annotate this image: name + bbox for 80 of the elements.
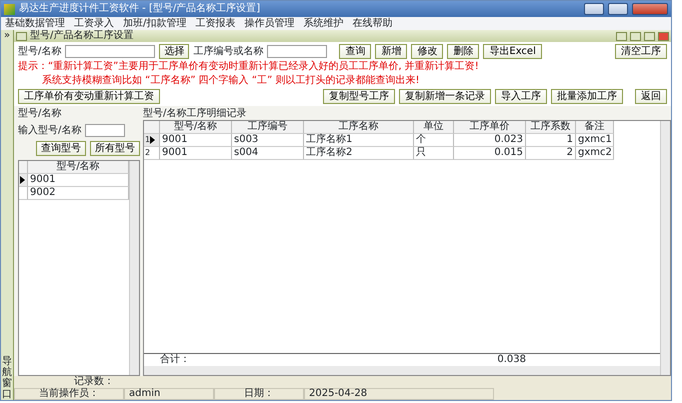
toolbar-button[interactable]: 新增 [375,44,408,59]
table-cell: s003 [232,134,304,147]
status-value: admin [124,388,214,400]
child-window-title: 型号/产品名称工序设置 [30,30,134,42]
menu-item[interactable]: 操作员管理 [244,18,294,30]
toolbar-button[interactable]: 导出Excel [483,44,542,59]
row-number: 2 [144,147,160,160]
action-button[interactable]: 批量添加工序 [551,89,623,104]
all-models-button[interactable]: 所有型号 [90,141,140,156]
toolbar-button[interactable]: 修改 [411,44,444,59]
toolbar-button[interactable]: 查询 [339,44,372,59]
header-corner [19,161,28,174]
minimize-button[interactable] [584,3,604,15]
minimize-button[interactable] [630,32,641,40]
total-value: 0.038 [496,354,526,366]
table-cell: 9001 [160,134,232,147]
model-search-input[interactable] [85,124,126,137]
maximize-button[interactable] [644,32,655,40]
table-cell: 1 [526,134,576,147]
field-label: 输入型号/名称 [18,124,82,136]
window-title: 易达生产进度计件工资软件 - [型号/产品名称工序设置] [19,3,260,15]
menu-item[interactable]: 在线帮助 [352,18,392,30]
column-header: 型号/名称 [160,121,232,134]
scrollbar[interactable] [660,121,670,375]
table-cell: s004 [232,147,304,160]
process-input[interactable] [267,45,328,58]
model-input[interactable] [65,45,156,58]
scrollbar[interactable] [129,161,139,375]
total-label: 合计： [160,354,191,366]
column-header: 工序名称 [304,121,414,134]
table-cell: gxmc2 [576,147,614,160]
action-button[interactable]: 导入工序 [495,89,547,104]
column-header: 工序单价 [454,121,526,134]
status-value: 2025-04-28 [304,388,494,400]
close-button[interactable] [632,3,668,15]
group-title: 型号/名称 [18,108,62,120]
hint-text: 系统支持模糊查询比如 “工序名称” 四个字输入 “工” 则以工打头的记录都能查询出来! [41,75,420,87]
table-cell: 0.023 [454,134,526,147]
column-header: 工序编号 [232,121,304,134]
table-cell: 0.015 [454,147,526,160]
table-cell: 9001 [160,147,232,160]
table-cell: 个 [414,134,454,147]
recalculate-button[interactable]: 工序单价有变动重新计算工资 [18,89,160,104]
menu-item[interactable]: 工资录入 [74,18,114,30]
table-cell: 2 [526,147,576,160]
expand-toggle[interactable]: » [4,30,10,42]
row-number: 1 [144,134,160,147]
clear-button[interactable]: 清空工序 [615,44,667,59]
record-count-label: 记录数： [74,376,114,388]
navigation-tab[interactable]: 导航窗口 [2,356,12,400]
table-cell: 工序名称2 [304,147,414,160]
menu-item[interactable]: 加班/扣款管理 [123,18,186,30]
query-model-button[interactable]: 查询型号 [36,141,86,156]
scroll-up-button[interactable] [616,32,627,40]
column-header: 型号/名称 [28,161,129,174]
select-button[interactable]: 选择 [159,44,190,59]
status-label: 日期： [214,388,304,400]
table-cell: gxmc1 [576,134,614,147]
header-corner [144,121,160,134]
action-button[interactable]: 复制新增一条记录 [399,89,491,104]
group-title: 型号/名称工序明细记录 [143,108,248,120]
return-button[interactable]: 返回 [635,89,667,104]
table-cell: 只 [414,147,454,160]
close-button[interactable] [658,32,669,40]
menu-item[interactable]: 基础数据管理 [5,18,65,30]
table-cell: 工序名称1 [304,134,414,147]
app-icon [4,4,15,14]
column-header: 备注 [576,121,614,134]
collapse-button[interactable] [16,32,27,40]
field-label: 型号/名称 [18,46,62,58]
action-button[interactable]: 复制型号工序 [323,89,395,104]
hint-text: 提示：“重新计算工资”主要用于工序单价有变动时重新计算已经录入好的员工工序单价, 并重新计算工资! [18,61,480,73]
toolbar-button[interactable]: 删除 [447,44,480,59]
column-header: 工序系数 [526,121,576,134]
field-label: 工序编号或名称 [193,46,264,58]
menu-item[interactable]: 工资报表 [195,18,236,30]
maximize-button[interactable] [608,3,628,15]
menu-item[interactable]: 系统维护 [303,18,344,30]
column-header: 单位 [414,121,454,134]
status-label: 当前操作员： [14,388,124,400]
